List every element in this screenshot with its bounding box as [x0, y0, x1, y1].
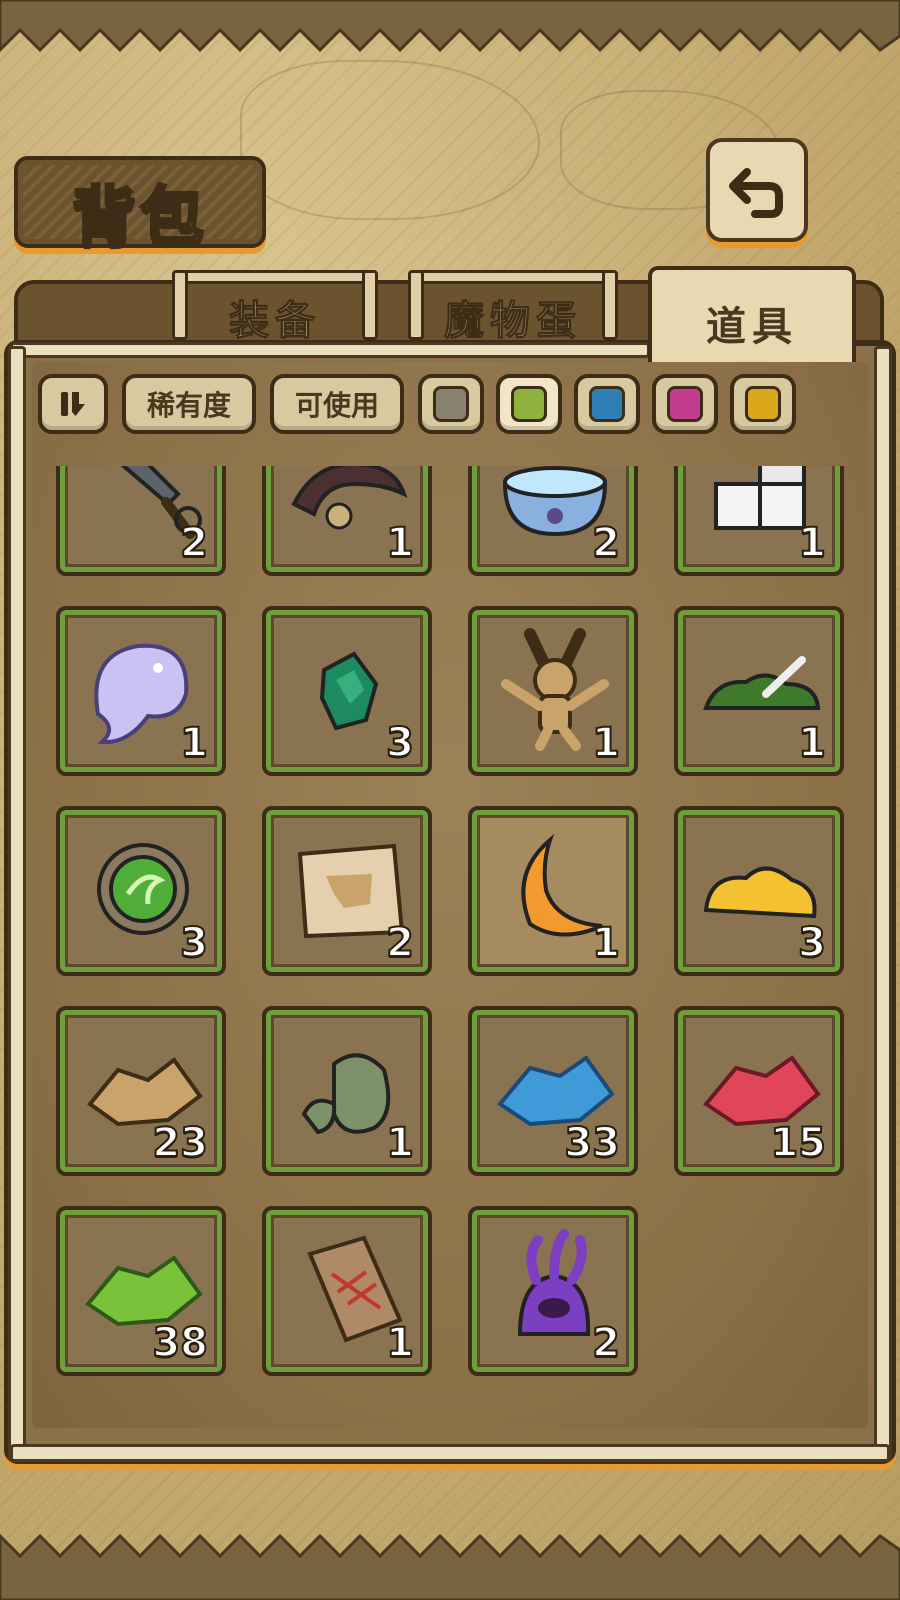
filter-blue[interactable] [574, 374, 640, 434]
item-slot[interactable]: 1 [56, 606, 226, 776]
item-count: 1 [591, 919, 621, 967]
item-count: 1 [385, 1319, 415, 1367]
rarity-filter-button[interactable]: 稀有度 [122, 374, 256, 434]
item-slot[interactable]: 3 [262, 606, 432, 776]
item-slot[interactable]: 2 [262, 806, 432, 976]
item-slot[interactable]: 15 [674, 1006, 844, 1176]
tab-items[interactable]: 道具 [648, 266, 856, 362]
item-count: 15 [769, 1119, 827, 1167]
map-coastline [240, 60, 540, 220]
gray-swatch [433, 386, 469, 422]
item-count: 2 [591, 519, 621, 567]
back-arrow-icon [729, 168, 783, 218]
item-slot[interactable]: 1 [468, 606, 638, 776]
item-count: 3 [179, 919, 209, 967]
top-jagged-border [0, 0, 900, 53]
item-count: 1 [591, 719, 621, 767]
usable-filter-label: 可使用 [294, 389, 379, 422]
item-count: 1 [385, 1119, 415, 1167]
item-count: 1 [179, 719, 209, 767]
item-slot[interactable]: 3 [674, 806, 844, 976]
filter-gray[interactable] [418, 374, 484, 434]
panel-top-rail [10, 342, 650, 358]
tab-items-label: 道具 [706, 304, 798, 350]
sort-toggle-icon [61, 392, 85, 416]
item-count: 2 [385, 919, 415, 967]
item-count: 1 [797, 519, 827, 567]
item-slot[interactable]: 3 [56, 806, 226, 976]
item-slot[interactable]: 23 [56, 1006, 226, 1176]
item-count: 23 [151, 1119, 209, 1167]
sort-toggle-button[interactable] [38, 374, 108, 434]
rarity-filter-label: 稀有度 [146, 389, 231, 422]
item-slot[interactable]: 1 [262, 466, 432, 576]
page-title: 背包 [71, 180, 208, 257]
gold-swatch [745, 386, 781, 422]
item-slot[interactable]: 1 [262, 1006, 432, 1176]
panel-left-rail [8, 346, 26, 1462]
panel-right-rail [874, 346, 892, 1462]
blue-swatch [589, 386, 625, 422]
usable-filter-button[interactable]: 可使用 [270, 374, 404, 434]
item-slot[interactable]: 2 [56, 466, 226, 576]
filter-gold[interactable] [730, 374, 796, 434]
item-count: 1 [385, 519, 415, 567]
item-count: 1 [797, 719, 827, 767]
tab-monster-eggs-label: 魔物蛋 [444, 298, 582, 345]
item-slot[interactable]: 1 [468, 806, 638, 976]
item-slot[interactable]: 1 [674, 466, 844, 576]
item-grid: 2 1 2 1 1 3 1 1 3 2 1 3 23 1 33 15 38 1 … [56, 466, 846, 1406]
item-count: 2 [179, 519, 209, 567]
bottom-jagged-border [0, 1533, 900, 1600]
item-slot[interactable]: 2 [468, 466, 638, 576]
item-count: 2 [591, 1319, 621, 1367]
filter-green[interactable] [496, 374, 562, 434]
filter-magenta[interactable] [652, 374, 718, 434]
item-count: 38 [151, 1319, 209, 1367]
tab-equipment-label: 装备 [229, 298, 321, 345]
item-slot[interactable]: 38 [56, 1206, 226, 1376]
green-swatch [511, 386, 547, 422]
item-slot[interactable]: 33 [468, 1006, 638, 1176]
item-count: 3 [385, 719, 415, 767]
title-plate: 背包 [14, 156, 266, 257]
back-button[interactable] [706, 138, 900, 242]
item-count: 33 [563, 1119, 621, 1167]
item-count: 3 [797, 919, 827, 967]
magenta-swatch [667, 386, 703, 422]
item-slot[interactable]: 1 [674, 606, 844, 776]
panel-bottom-rail [10, 1444, 890, 1462]
item-slot[interactable]: 1 [262, 1206, 432, 1376]
item-slot[interactable]: 2 [468, 1206, 638, 1376]
